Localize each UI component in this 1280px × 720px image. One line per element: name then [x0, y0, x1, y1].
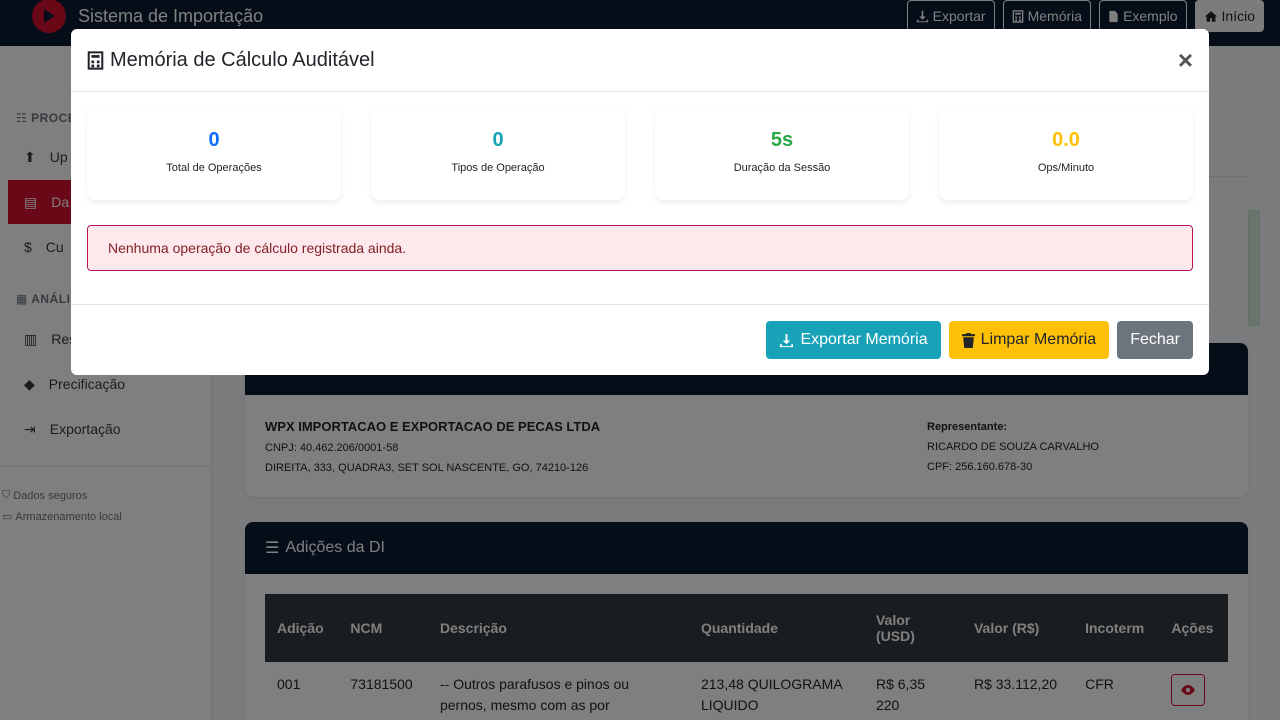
stat-value: 0 — [492, 129, 504, 151]
modal-header: Memória de Cálculo Auditável × — [71, 29, 1209, 92]
stat-value: 0 — [208, 129, 220, 151]
stat-label: Ops/Minuto — [1037, 162, 1095, 174]
calculator-icon — [87, 50, 104, 70]
stat-label: Duração da Sessão — [733, 162, 831, 174]
close-button[interactable]: Fechar — [1117, 321, 1193, 359]
stat-session-duration: 5s Duração da Sessão — [655, 108, 909, 200]
stat-ops-per-minute: 0.0 Ops/Minuto — [939, 108, 1193, 200]
modal-footer: Exportar Memória Limpar Memória Fechar — [71, 304, 1209, 375]
memory-modal: Memória de Cálculo Auditável × 0 Total d… — [71, 29, 1209, 375]
stat-label: Total de Operações — [166, 162, 262, 174]
close-button-label: Fechar — [1130, 331, 1180, 348]
clear-memory-label: Limpar Memória — [980, 331, 1097, 348]
trash-icon — [961, 332, 975, 348]
stat-label: Tipos de Operação — [451, 162, 545, 174]
stat-total-operations: 0 Total de Operações — [87, 108, 341, 200]
download-icon — [780, 333, 794, 347]
export-memory-label: Exportar Memória — [800, 331, 928, 348]
export-memory-button[interactable]: Exportar Memória — [766, 321, 941, 359]
close-icon[interactable]: × — [1178, 47, 1193, 73]
modal-title: Memória de Cálculo Auditável — [110, 48, 375, 71]
stat-value: 5s — [770, 129, 794, 151]
stat-operation-types: 0 Tipos de Operação — [371, 108, 625, 200]
stat-value: 0.0 — [1052, 129, 1080, 151]
empty-alert: Nenhuma operação de cálculo registrada a… — [87, 225, 1193, 271]
stats-row: 0 Total de Operações 0 Tipos de Operação… — [87, 108, 1193, 200]
clear-memory-button[interactable]: Limpar Memória — [948, 321, 1110, 359]
